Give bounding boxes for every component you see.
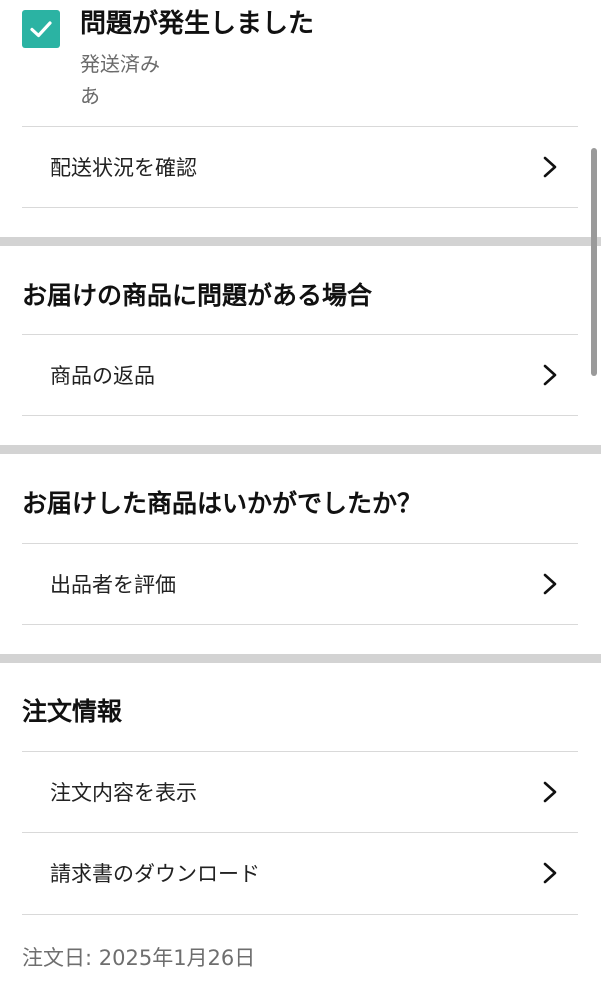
order-details-page: 問題が発生しました 発送済み あ 配送状況を確認 お届けの商品に問題がある場合 … xyxy=(0,0,601,999)
track-package-row[interactable]: 配送状況を確認 xyxy=(22,127,578,207)
divider xyxy=(22,415,578,416)
section-separator xyxy=(0,654,601,663)
check-icon xyxy=(22,10,60,48)
chevron-right-icon xyxy=(543,364,557,386)
view-order-label: 注文内容を表示 xyxy=(50,781,197,805)
chevron-right-icon xyxy=(543,781,557,803)
order-info-section-title: 注文情報 xyxy=(22,697,123,726)
chevron-right-icon xyxy=(543,862,557,884)
chevron-right-icon xyxy=(543,156,557,178)
download-invoice-label: 請求書のダウンロード xyxy=(50,862,260,886)
view-order-row[interactable]: 注文内容を表示 xyxy=(22,752,578,832)
section-separator xyxy=(0,445,601,454)
rate-seller-row[interactable]: 出品者を評価 xyxy=(22,544,578,624)
divider xyxy=(22,914,578,915)
return-item-label: 商品の返品 xyxy=(50,364,155,388)
feedback-section-title: お届けした商品はいかがでしたか？ xyxy=(22,489,423,518)
problem-section-title: お届けの商品に問題がある場合 xyxy=(22,281,373,310)
status-note: あ xyxy=(80,84,100,108)
section-separator xyxy=(0,237,601,246)
track-package-label: 配送状況を確認 xyxy=(50,156,197,180)
divider xyxy=(22,207,578,208)
download-invoice-row[interactable]: 請求書のダウンロード xyxy=(22,833,578,913)
order-date: 注文日: 2025年1月26日 xyxy=(22,946,256,970)
scrollbar[interactable] xyxy=(591,148,597,376)
return-item-row[interactable]: 商品の返品 xyxy=(22,335,578,415)
chevron-right-icon xyxy=(543,573,557,595)
status-title: 問題が発生しました xyxy=(80,9,315,39)
rate-seller-label: 出品者を評価 xyxy=(50,573,176,597)
status-subtitle: 発送済み xyxy=(80,52,160,76)
divider xyxy=(22,624,578,625)
order-status-header: 問題が発生しました 発送済み あ xyxy=(22,6,582,116)
